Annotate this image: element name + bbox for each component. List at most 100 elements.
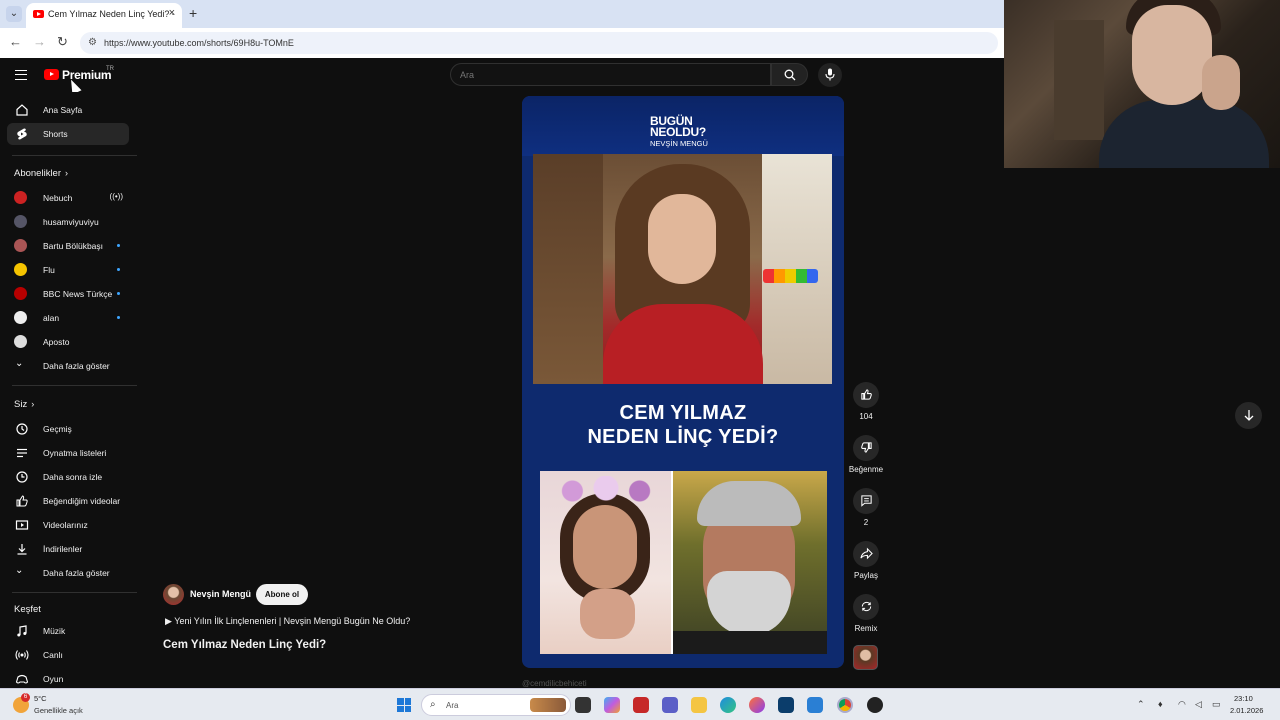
tab-close-icon[interactable]: × (169, 7, 175, 19)
channel-avatar[interactable] (163, 584, 184, 605)
sidebar-divider (12, 592, 137, 593)
headline-line1: CEM YILMAZ (619, 402, 747, 424)
site-info-icon[interactable]: ⚙ (88, 37, 97, 48)
sidebar-item-music[interactable]: Müzik (7, 620, 129, 642)
channel-name[interactable]: Nevşin Mengü (190, 589, 251, 599)
subscribe-button[interactable]: Abone ol (256, 584, 308, 605)
sidebar-item-alan[interactable]: alan (7, 307, 129, 329)
tray-mic-icon[interactable]: ♦ (1158, 699, 1163, 709)
search-box[interactable] (450, 63, 771, 86)
history-icon (16, 423, 28, 435)
teams-icon[interactable] (662, 697, 678, 713)
battery-icon[interactable]: ▭ (1212, 699, 1221, 710)
youtube-logo-icon[interactable] (44, 69, 59, 80)
reload-icon[interactable]: ↻ (57, 34, 68, 50)
new-content-dot (117, 292, 120, 295)
app-icon-dark[interactable] (867, 697, 883, 713)
like-button[interactable]: 104 (852, 382, 880, 421)
avatar (14, 287, 27, 300)
remix-button[interactable]: Remix (852, 594, 880, 633)
music-icon (17, 625, 27, 637)
comments-button-circle[interactable] (853, 488, 879, 514)
forward-icon[interactable]: → (33, 34, 46, 49)
back-icon[interactable]: ← (9, 34, 22, 49)
sidebar-item-label: Oyun (43, 674, 64, 684)
show-more-subscriptions[interactable]: ⌄ Daha fazla göster (7, 355, 129, 377)
address-bar[interactable]: ⚙ https://www.youtube.com/shorts/69H8u-T… (80, 32, 998, 54)
remix-button-circle[interactable] (853, 594, 879, 620)
dislike-label: Beğenme (848, 465, 884, 474)
show-more-you[interactable]: ⌄ Daha fazla göster (7, 562, 129, 584)
sidebar-item-liked[interactable]: Beğendiğim videolar (7, 490, 129, 512)
sidebar-item-watch-later[interactable]: Daha sonra izle (7, 466, 129, 488)
weather-badge: 6 (21, 693, 30, 702)
video-title[interactable]: Cem Yılmaz Neden Linç Yedi? (163, 639, 326, 651)
sidebar-item-label: BBC News Türkçe (43, 289, 113, 299)
copilot-icon[interactable] (604, 697, 620, 713)
next-video-button[interactable] (1235, 402, 1262, 429)
firefox-icon[interactable] (749, 697, 765, 713)
volume-icon[interactable]: ◁ (1195, 699, 1202, 710)
clock-time[interactable]: 23:10 (1234, 694, 1253, 703)
tab-search-button[interactable]: ⌄ (6, 6, 22, 22)
sidebar-item-husamviyuviyu[interactable]: husamviyuviyu (7, 211, 129, 233)
sidebar-item-live[interactable]: Canlı (7, 644, 129, 666)
you-header[interactable]: Siz › (14, 399, 34, 410)
active-tab[interactable]: Cem Yılmaz Neden Linç Yedi? - × (26, 3, 182, 28)
dislike-button[interactable]: Beğenme (849, 435, 883, 474)
tab-title: Cem Yılmaz Neden Linç Yedi? - (48, 9, 175, 19)
tab-bar: ⌄ Cem Yılmaz Neden Linç Yedi? - × + (0, 0, 1004, 28)
playlist-link[interactable]: ▶ Yeni Yılın İlk Linçlenenleri | Nevşin … (165, 616, 410, 627)
edge-icon[interactable] (720, 697, 736, 713)
subscriptions-header[interactable]: Abonelikler › (14, 168, 68, 179)
taskbar-search[interactable]: ⌕ Ara (421, 694, 571, 716)
search-input[interactable] (460, 68, 760, 82)
task-view-icon[interactable] (575, 697, 591, 713)
playlists-icon (17, 448, 27, 458)
webcam-person-hand (1202, 55, 1240, 110)
wifi-icon[interactable]: ◠ (1178, 699, 1186, 710)
sidebar-item-playlists[interactable]: Oynatma listeleri (7, 442, 129, 464)
windows-start-icon[interactable] (397, 698, 411, 712)
like-button-circle[interactable] (853, 382, 879, 408)
dislike-button-circle[interactable] (853, 435, 879, 461)
app-icon-red[interactable] (633, 697, 649, 713)
sidebar-item-bartu[interactable]: Bartu Bölükbaşı (7, 235, 129, 257)
sidebar-item-flu[interactable]: Flu (7, 259, 129, 281)
tray-chevron-up-icon[interactable]: ⌃ (1137, 699, 1145, 710)
sidebar-item-downloads[interactable]: İndirilenler (7, 538, 129, 560)
sound-source-thumbnail[interactable] (853, 645, 878, 670)
temperature: 5°C (34, 694, 47, 703)
voice-search-button[interactable] (818, 63, 842, 87)
sidebar-item-nebuch[interactable]: Nebuch ((•)) (7, 187, 129, 209)
comments-button[interactable]: 2 (852, 488, 880, 527)
browser-chrome: ⌄ Cem Yılmaz Neden Linç Yedi? - × + ← → … (0, 0, 1004, 58)
show-host-name: NEVŞİN MENGÜ (650, 139, 708, 148)
menu-icon[interactable] (15, 70, 27, 80)
sidebar-item-history[interactable]: Geçmiş (7, 418, 129, 440)
share-button-circle[interactable] (853, 541, 879, 567)
photo-guest-hand (580, 589, 635, 639)
photo-shelf-left (533, 154, 603, 384)
chrome-icon[interactable] (837, 697, 853, 713)
sidebar-item-home[interactable]: Ana Sayfa (7, 99, 129, 121)
sidebar-item-label: Canlı (43, 650, 63, 660)
comment-icon (860, 495, 872, 507)
app-icon-mail[interactable] (807, 697, 823, 713)
sidebar-item-bbc[interactable]: BBC News Türkçe (7, 283, 129, 305)
sidebar-item-gaming[interactable]: Oyun (7, 668, 129, 690)
sidebar-item-shorts[interactable]: Shorts (7, 123, 129, 145)
search-button[interactable] (771, 63, 808, 86)
app-icon-blue[interactable] (778, 697, 794, 713)
photo-guest-hair (697, 481, 801, 526)
file-explorer-icon[interactable] (691, 697, 707, 713)
clock-date[interactable]: 2.01.2026 (1230, 706, 1263, 715)
shorts-video-player[interactable]: BUGÜN NEOLDU? NEVŞİN MENGÜ CEM YILMAZ NE… (522, 96, 844, 668)
sidebar-item-aposto[interactable]: Aposto (7, 331, 129, 353)
play-icon: ▶ (165, 616, 175, 626)
sidebar-item-your-videos[interactable]: Videolarınız (7, 514, 129, 536)
new-tab-button[interactable]: + (189, 5, 197, 21)
share-button[interactable]: Paylaş (852, 541, 880, 580)
subscriptions-title: Abonelikler (14, 168, 61, 179)
next-video-handle: @cemdilicbehiceti (522, 679, 587, 688)
